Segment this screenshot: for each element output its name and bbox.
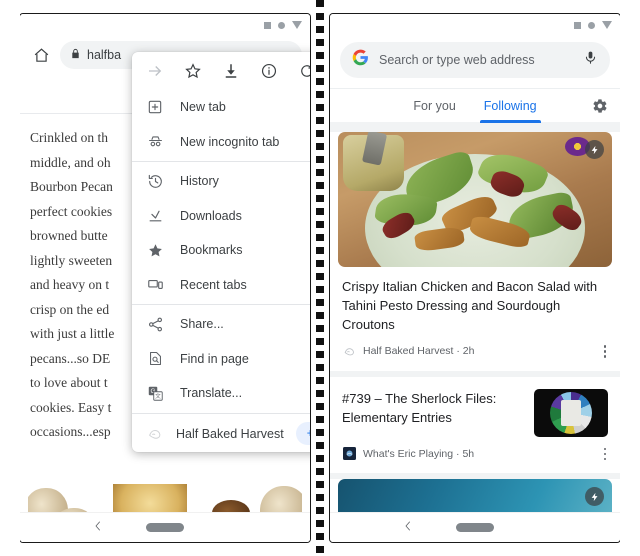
half-baked-harvest-favicon <box>342 344 356 358</box>
right-android-navbar <box>330 512 620 542</box>
google-g-icon <box>352 49 369 71</box>
history-icon <box>146 172 164 190</box>
menu-divider <box>132 304 310 305</box>
menu-divider <box>132 412 310 414</box>
share-icon <box>146 315 164 333</box>
feed-card-source-time: Half Baked Harvest · 2h <box>363 345 475 358</box>
find-in-page-icon <box>146 350 164 368</box>
star-filled-icon <box>146 241 164 259</box>
menu-item-label: Translate... <box>180 386 243 401</box>
download-icon[interactable] <box>218 58 244 84</box>
back-chevron-icon[interactable] <box>92 519 104 537</box>
right-phone-frame: Search or type web address For you Follo… <box>330 14 620 542</box>
tab-for-you[interactable]: For you <box>399 89 469 123</box>
menu-divider <box>132 161 310 162</box>
lock-icon <box>70 48 81 62</box>
sherlock-files-board-game-thumbnail <box>534 388 608 437</box>
follow-site-name: Half Baked Harvest <box>176 426 284 441</box>
new-tab-icon <box>146 98 164 116</box>
menu-follow-row: Half Baked Harvest + Follow <box>132 416 310 452</box>
forward-arrow-icon[interactable] <box>142 58 168 84</box>
menu-item-label: History <box>180 174 219 189</box>
tab-following[interactable]: Following <box>470 89 551 123</box>
back-chevron-icon[interactable] <box>402 519 414 537</box>
feed-card-source-time: What's Eric Playing · 5h <box>363 447 475 460</box>
circle-icon <box>278 21 285 29</box>
left-phone-frame: halfba — HALF HAR Crinkled on th middle,… <box>20 14 310 542</box>
left-status-bar <box>20 14 310 36</box>
follow-button[interactable]: + Follow <box>295 422 310 445</box>
kebab-menu-icon[interactable] <box>602 343 609 360</box>
square-icon <box>264 21 271 29</box>
reload-icon[interactable] <box>294 58 310 84</box>
url-text: halfba <box>87 48 122 62</box>
menu-item-label: Find in page <box>180 351 249 366</box>
menu-item-label: New incognito tab <box>180 134 280 149</box>
incognito-icon <box>146 133 164 151</box>
recent-tabs-icon <box>146 276 164 294</box>
menu-header-icon-row <box>132 52 310 90</box>
feed-card-meta: What's Eric Playing · 5h <box>330 437 620 474</box>
screenshot-root: halfba — HALF HAR Crinkled on th middle,… <box>0 0 640 556</box>
half-baked-harvest-favicon <box>146 425 164 443</box>
whats-eric-playing-favicon <box>342 447 356 461</box>
menu-item-recent-tabs[interactable]: Recent tabs <box>132 268 310 303</box>
right-status-bar <box>330 14 620 36</box>
menu-item-label: Downloads <box>180 208 242 223</box>
plus-icon: + <box>307 428 310 440</box>
content-feed[interactable]: Crispy Italian Chicken and Bacon Salad w… <box>330 122 620 526</box>
feed-tab-bar: For you Following <box>330 88 620 123</box>
menu-item-bookmarks[interactable]: Bookmarks <box>132 233 310 268</box>
menu-item-downloads[interactable]: Downloads <box>132 199 310 234</box>
crispy-italian-chicken-bacon-salad-photo <box>338 132 612 267</box>
home-pill-indicator[interactable] <box>456 523 494 532</box>
gear-icon[interactable] <box>590 96 610 116</box>
home-pill-indicator[interactable] <box>146 523 184 532</box>
menu-item-label: New tab <box>180 100 226 115</box>
menu-item-find-in-page[interactable]: Find in page <box>132 342 310 377</box>
feed-card-sherlock[interactable]: #739 – The Sherlock Files: Elementary En… <box>330 376 620 474</box>
feed-card-salad[interactable]: Crispy Italian Chicken and Bacon Salad w… <box>330 132 620 371</box>
square-icon <box>574 21 581 29</box>
right-gutter <box>620 0 640 556</box>
feed-card-meta: Half Baked Harvest · 2h <box>330 334 620 371</box>
triangle-icon <box>602 21 612 29</box>
menu-item-translate[interactable]: G 文 Translate... <box>132 376 310 411</box>
menu-item-new-tab[interactable]: New tab <box>132 90 310 125</box>
circle-icon <box>588 21 595 29</box>
home-icon[interactable] <box>28 42 54 68</box>
search-box[interactable]: Search or type web address <box>340 42 610 78</box>
menu-item-label: Share... <box>180 317 224 332</box>
menu-item-label: Recent tabs <box>180 277 247 292</box>
menu-item-label: Bookmarks <box>180 243 243 258</box>
left-android-navbar <box>20 512 310 542</box>
left-gutter <box>0 0 20 556</box>
microphone-icon[interactable] <box>583 50 598 70</box>
download-icon <box>146 207 164 225</box>
triangle-icon <box>292 21 302 29</box>
menu-item-share[interactable]: Share... <box>132 307 310 342</box>
amp-lightning-icon <box>585 487 604 506</box>
star-icon[interactable] <box>180 58 206 84</box>
feed-card-title: Crispy Italian Chicken and Bacon Salad w… <box>342 279 598 332</box>
browser-overflow-menu: New tab New incognito tab History Downlo… <box>132 52 310 452</box>
feed-card-title: #739 – The Sherlock Files: Elementary En… <box>342 390 497 425</box>
info-icon[interactable] <box>256 58 282 84</box>
menu-item-history[interactable]: History <box>132 164 310 199</box>
translate-icon: G 文 <box>146 384 164 402</box>
kebab-menu-icon[interactable] <box>602 446 609 463</box>
ntp-search-area: Search or type web address <box>330 36 620 88</box>
amp-lightning-icon <box>585 140 604 159</box>
panel-divider <box>316 0 324 556</box>
search-input[interactable]: Search or type web address <box>379 53 573 67</box>
menu-item-new-incognito-tab[interactable]: New incognito tab <box>132 125 310 160</box>
